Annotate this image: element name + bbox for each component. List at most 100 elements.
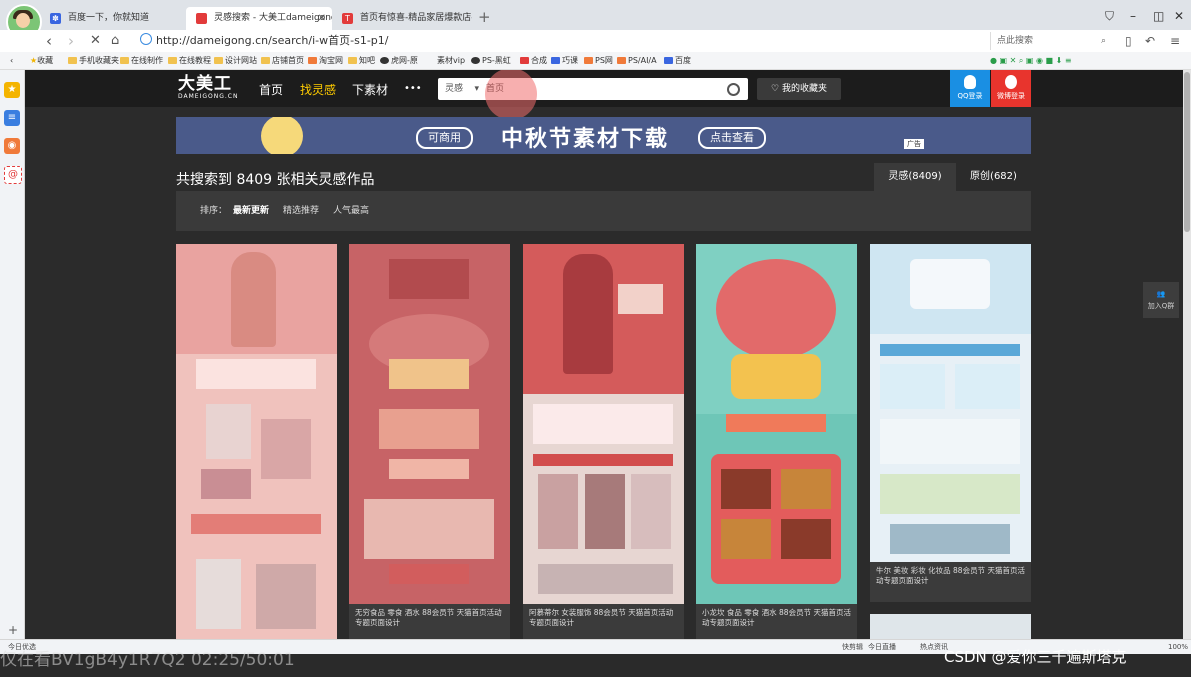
bookmark-11[interactable]: 合成 (520, 52, 547, 69)
search-icon[interactable]: ⌕ (1101, 32, 1106, 50)
cursor-highlight (485, 70, 537, 120)
extension-icons[interactable]: ● ▣ ✕ ⌕ ▣ ◉ ■ ⬇ ≡ (990, 52, 1072, 69)
bookmark-5[interactable]: 店铺首页 (261, 52, 304, 69)
card-thumbnail (696, 244, 857, 604)
nav-materials[interactable]: 下素材 (352, 81, 388, 98)
notes-icon[interactable]: ≡ (4, 110, 20, 126)
bookmark-8[interactable]: 虎网-原 (380, 52, 418, 69)
page-scrollbar[interactable] (1183, 70, 1191, 654)
close-tab-icon[interactable]: ✕ (318, 7, 326, 30)
qq-login-button[interactable]: QQ登录 (950, 70, 990, 107)
bookmark-0[interactable]: ★收藏 (30, 52, 53, 69)
card-thumbnail (523, 244, 684, 604)
tablet-icon[interactable]: ▯ (1125, 30, 1132, 52)
status-quick-edit[interactable]: 快剪辑 (842, 640, 863, 655)
site-header: 大美工 DAMEIGONG.CN 首页 找灵感 下素材 ••• 灵感 ▾ 首页 … (25, 70, 1191, 120)
web-page: 大美工 DAMEIGONG.CN 首页 找灵感 下素材 ••• 灵感 ▾ 首页 … (25, 70, 1191, 654)
tab-label: 百度一下，你就知道 (68, 13, 150, 23)
bookmark-3[interactable]: 在线教程 (168, 52, 211, 69)
search-category-select[interactable]: 灵感 ▾ (445, 78, 479, 100)
tab-taobao[interactable]: T 首页有惊喜-精品家居爆款店-淘 (332, 7, 472, 30)
url-input[interactable]: http://dameigong.cn/search/i-w首页-s1-p1/ (140, 32, 930, 50)
sort-featured[interactable]: 精选推荐 (283, 191, 319, 231)
sort-popular[interactable]: 人气最高 (333, 191, 369, 231)
menu-icon[interactable]: ≡ (1170, 30, 1180, 52)
bookmark-1[interactable]: 手机收藏夹 (68, 52, 119, 69)
bookmark-7[interactable]: 知吧 (348, 52, 375, 69)
bookmark-9[interactable]: 素材vip (437, 52, 465, 69)
nav-more[interactable]: ••• (404, 83, 422, 94)
browser-search-input[interactable]: 点此搜索 ⌕ (990, 32, 1112, 50)
close-window-button[interactable]: ✕ (1174, 9, 1184, 23)
weibo-icon[interactable]: ◉ (4, 138, 20, 154)
inspiration-card-3[interactable]: 阿慕蒂尔 女装服饰 88会员节 天猫首页活动专题页面设计 (523, 244, 684, 644)
heart-icon: ♡ (771, 84, 782, 94)
undo-icon[interactable]: ↶ (1145, 30, 1155, 52)
tab-dameigong[interactable]: 灵感搜索 - 大美工dameigong.c ✕ (186, 7, 332, 30)
site-logo[interactable]: 大美工 DAMEIGONG.CN (178, 75, 238, 101)
inspiration-card-5[interactable]: 牛尔 美妆 彩妆 化妆品 88会员节 天猫首页活动专题页面设计 (870, 244, 1031, 644)
search-icon[interactable] (727, 83, 740, 96)
inspiration-card-2[interactable]: 无穷食品 零食 酒水 88会员节 天猫首页活动专题页面设计 (349, 244, 510, 644)
bookmark-2[interactable]: 在线制作 (120, 52, 163, 69)
back-icon[interactable]: ‹ (46, 30, 52, 52)
tab-baidu[interactable]: ✽ 百度一下，你就知道 (40, 7, 186, 30)
video-overlay-text: 仅在看BV1gB4y1R7Q2 02:25/50:01 (0, 650, 295, 670)
result-count: 共搜索到 8409 张相关灵感作品 (176, 172, 375, 188)
stop-icon[interactable]: ✕ (90, 30, 101, 52)
globe-icon (140, 33, 152, 45)
minimize-button[interactable]: – (1130, 9, 1136, 23)
promo-banner[interactable]: 可商用 中秋节素材下载 点击查看 广告 (176, 117, 1031, 154)
card-caption: 阿慕蒂尔 女装服饰 88会员节 天猫首页活动专题页面设计 (523, 604, 684, 644)
sort-label: 排序： (200, 206, 228, 216)
bookmark-6[interactable]: 淘宝网 (308, 52, 343, 69)
inspiration-card-4[interactable]: 小龙坎 食品 零食 酒水 88会员节 天猫首页活动专题页面设计 (696, 244, 857, 644)
nav-home[interactable]: 首页 (259, 81, 283, 98)
mail-icon[interactable]: @ (4, 166, 22, 184)
card-thumbnail (349, 244, 510, 604)
bookmark-14[interactable]: PS/AI/A (617, 52, 657, 69)
banner-tag-commercial: 可商用 (416, 127, 473, 149)
bookmarks-bar: ‹ ★收藏 手机收藏夹 在线制作 在线教程 设计网站 店铺首页 淘宝网 知吧 虎… (0, 52, 1191, 70)
taobao-icon: T (342, 13, 353, 24)
page-icon (196, 13, 207, 24)
baidu-icon: ✽ (50, 13, 61, 24)
status-live[interactable]: 今日直播 (868, 640, 896, 655)
zoom-level[interactable]: 100% (1168, 640, 1188, 655)
restore-button[interactable]: ◫ (1153, 9, 1164, 23)
banner-title: 中秋节素材下载 (501, 127, 670, 152)
address-bar-row: ‹ › ✕ ⌂ http://dameigong.cn/search/i-w首页… (0, 30, 1191, 52)
sort-latest[interactable]: 最新更新 (233, 191, 269, 231)
banner-cta[interactable]: 点击查看 (698, 127, 766, 149)
favorites-icon[interactable]: ★ (4, 82, 20, 98)
ad-label: 广告 (904, 139, 924, 149)
weibo-login-button[interactable]: 微博登录 (991, 70, 1031, 107)
bookmark-12[interactable]: 巧课 (551, 52, 578, 69)
card-thumbnail (176, 244, 337, 644)
csdn-watermark: CSDN @爱你三千遍斯塔克 (944, 648, 1127, 666)
bookmark-15[interactable]: 百度 (664, 52, 691, 69)
inspiration-card-1[interactable] (176, 244, 337, 644)
shirt-icon[interactable]: ⛉ (1105, 9, 1114, 24)
bookmark-4[interactable]: 设计网站 (214, 52, 257, 69)
browser-sidebar: ★ ≡ ◉ @ + (0, 70, 25, 654)
nav-inspiration[interactable]: 找灵感 (300, 81, 336, 98)
new-tab-button[interactable]: + (478, 8, 491, 26)
tab-label: 灵感搜索 - 大美工dameigong.c (214, 13, 332, 23)
tab-inspiration[interactable]: 灵感(8409) (874, 163, 956, 191)
weibo-icon (1005, 75, 1017, 89)
home-icon[interactable]: ⌂ (111, 30, 119, 52)
join-qq-group-button[interactable]: 👥 加入Q群 (1143, 282, 1179, 318)
bookmark-13[interactable]: PS网 (584, 52, 613, 69)
my-favorites-button[interactable]: ♡ 我的收藏夹 (757, 78, 841, 100)
sidebar-toggle-icon[interactable]: ‹ (10, 52, 13, 69)
add-icon[interactable]: + (8, 623, 18, 637)
card-caption: 小龙坎 食品 零食 酒水 88会员节 天猫首页活动专题页面设计 (696, 604, 857, 644)
bookmark-10[interactable]: PS-黑虹 (471, 52, 511, 69)
sort-bar: 排序： 最新更新 精选推荐 人气最高 (176, 191, 1031, 231)
scrollbar-thumb[interactable] (1184, 72, 1190, 232)
tab-original[interactable]: 原创(682) (956, 163, 1031, 191)
forward-icon[interactable]: › (68, 30, 74, 52)
search-placeholder: 点此搜索 (997, 36, 1034, 46)
card-caption: 无穷食品 零食 酒水 88会员节 天猫首页活动专题页面设计 (349, 604, 510, 644)
